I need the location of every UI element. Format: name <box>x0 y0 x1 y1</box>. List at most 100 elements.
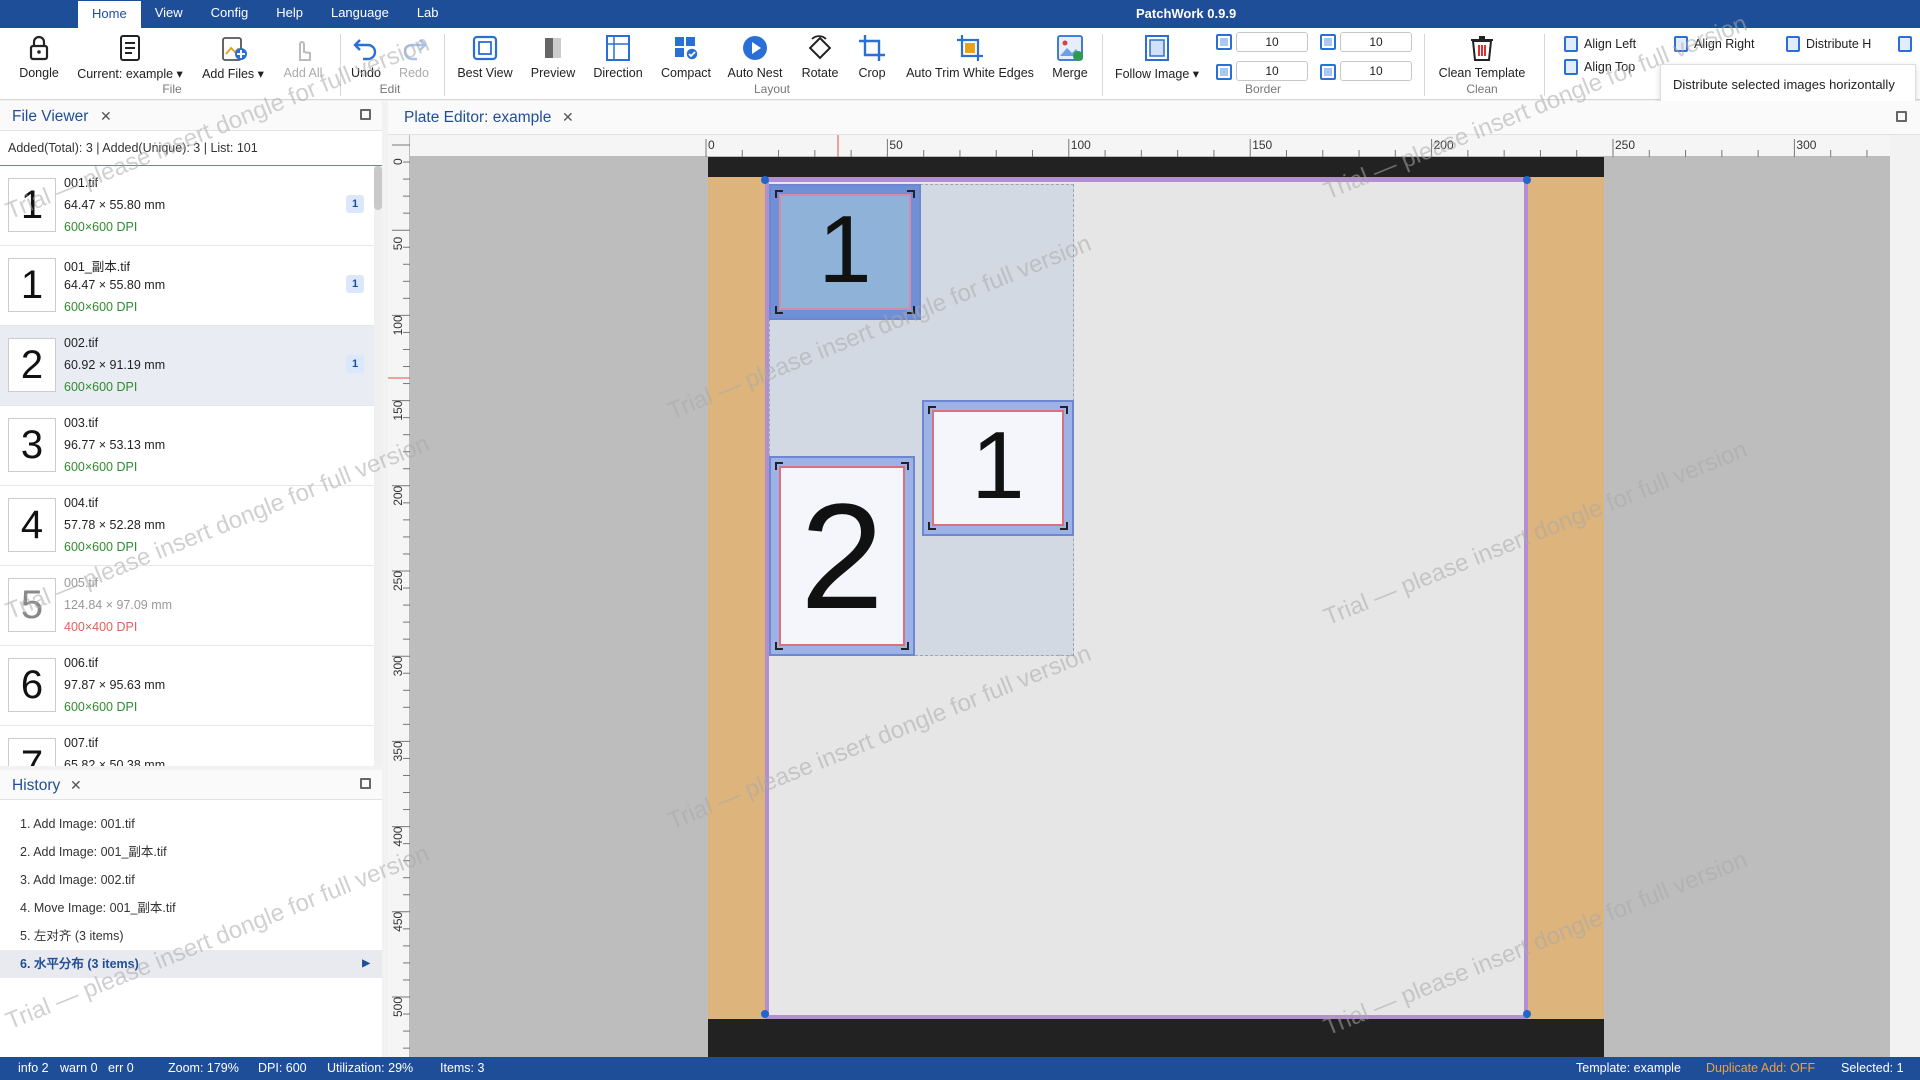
plate-handle[interactable] <box>1523 176 1531 184</box>
plate-editor-title: Plate Editor: example <box>404 109 552 126</box>
file-size: 57.78 × 52.28 mm <box>64 518 166 532</box>
crop-label: Crop <box>858 66 886 80</box>
auto-nest-button[interactable]: Auto Nest <box>722 32 788 84</box>
rotate-button[interactable]: Rotate <box>796 32 844 84</box>
border-bottom-input[interactable]: 10 <box>1236 61 1308 81</box>
history-item[interactable]: 6. 水平分布 (3 items) ▶ <box>0 950 382 978</box>
direction-icon <box>606 35 630 61</box>
border-left-input[interactable]: 10 <box>1340 32 1412 52</box>
undo-button[interactable]: Undo <box>346 32 386 84</box>
scrollbar-thumb[interactable] <box>374 166 382 210</box>
file-name: 002.tif <box>64 336 99 350</box>
align-right-button[interactable]: Align Right <box>1674 36 1754 52</box>
crop-corner-mark <box>928 522 936 530</box>
history-item[interactable]: 3. Add Image: 002.tif <box>0 866 382 894</box>
status-template: Template: example <box>1576 1061 1681 1075</box>
crop-corner-mark <box>775 306 783 314</box>
redo-button[interactable]: Redo <box>394 32 434 84</box>
best-view-button[interactable]: Best View <box>452 32 518 84</box>
status-duplicate-add[interactable]: Duplicate Add: OFF <box>1706 1061 1815 1075</box>
align-right-icon <box>1674 36 1688 52</box>
crop-corner-mark <box>775 642 783 650</box>
group-layout-label: Layout <box>753 82 791 96</box>
border-top-icon <box>1216 34 1232 50</box>
dongle-button[interactable]: Dongle <box>14 32 64 84</box>
hand-pointer-icon <box>299 41 311 61</box>
follow-image-dropdown[interactable]: Follow Image ▾ <box>1110 32 1204 84</box>
history-item-label: 5. 左对齐 (3 items) <box>20 929 124 943</box>
crop-corner-mark <box>907 190 915 198</box>
preview-button[interactable]: Preview <box>526 32 580 84</box>
border-bottom-icon <box>1216 64 1232 80</box>
file-dpi: 600×600 DPI <box>64 460 138 474</box>
merge-button[interactable]: Merge <box>1048 32 1092 84</box>
plate-handle[interactable] <box>761 1010 769 1018</box>
plate-top-margin <box>708 157 1604 177</box>
app-window: Home View Config Help Language Lab Patch… <box>0 0 1920 1080</box>
file-list-item[interactable]: 1 001.tif 64.47 × 55.80 mm 600×600 DPI 1 <box>0 166 374 246</box>
fit-view-icon <box>472 35 498 61</box>
history-item-label: 2. Add Image: 001_副本.tif <box>20 845 167 859</box>
maximize-icon[interactable] <box>360 109 371 120</box>
close-icon[interactable]: ✕ <box>562 109 574 126</box>
history-item[interactable]: 5. 左对齐 (3 items) <box>0 922 382 950</box>
distribute-h-icon <box>1786 36 1800 52</box>
add-files-button[interactable]: Add Files ▾ <box>198 32 268 84</box>
align-top-button[interactable]: Align Top <box>1564 59 1635 75</box>
border-right-input[interactable]: 10 <box>1340 61 1412 81</box>
align-left-button[interactable]: Align Left <box>1564 36 1636 52</box>
menu-language[interactable]: Language <box>317 0 403 28</box>
distribute-h-label: Distribute H <box>1806 37 1872 51</box>
file-size: 60.92 × 91.19 mm <box>64 358 166 372</box>
status-zoom: Zoom: 179% <box>168 1061 239 1075</box>
more-align-button[interactable] <box>1898 36 1912 52</box>
redo-icon <box>403 39 427 61</box>
menu-lab[interactable]: Lab <box>403 0 453 28</box>
rotate-label: Rotate <box>801 66 839 80</box>
menu-config[interactable]: Config <box>197 0 263 28</box>
file-list-item[interactable]: 7007.tif65.82 × 50.38 mm600×600 DPI <box>0 726 374 766</box>
history-item[interactable]: 1. Add Image: 001.tif <box>0 810 382 838</box>
plate-handle[interactable] <box>1523 1010 1531 1018</box>
placed-image[interactable]: 1 <box>769 184 921 320</box>
maximize-icon[interactable] <box>1896 111 1907 122</box>
close-icon[interactable]: ✕ <box>100 108 112 125</box>
preview-label: Preview <box>530 66 576 80</box>
file-name: 001.tif <box>64 176 99 190</box>
clean-template-button[interactable]: Clean Template <box>1432 32 1532 84</box>
placed-image[interactable]: 1 <box>922 400 1074 536</box>
file-list-item[interactable]: 6 006.tif 97.87 × 95.63 mm 600×600 DPI <box>0 646 374 726</box>
add-all-button[interactable]: Add All <box>278 32 328 84</box>
maximize-icon[interactable] <box>360 778 371 789</box>
history-header: History ✕ <box>0 770 382 800</box>
file-list-item[interactable]: 3 003.tif 96.77 × 53.13 mm 600×600 DPI <box>0 406 374 486</box>
plate-handle[interactable] <box>761 176 769 184</box>
crop-button[interactable]: Crop <box>852 32 892 84</box>
menu-view[interactable]: View <box>141 0 197 28</box>
file-list-item[interactable]: 5 005.tif 124.84 × 97.09 mm 400×400 DPI <box>0 566 374 646</box>
auto-trim-button[interactable]: Auto Trim White Edges <box>900 32 1040 84</box>
direction-button[interactable]: Direction <box>588 32 648 84</box>
distribute-h-button[interactable]: Distribute H <box>1786 36 1871 52</box>
ruler-label: 0 <box>708 138 715 152</box>
placed-image[interactable]: 2 <box>769 456 915 656</box>
menu-home[interactable]: Home <box>78 1 141 28</box>
title-bar: Home View Config Help Language Lab Patch… <box>0 0 1920 28</box>
border-top-input[interactable]: 10 <box>1236 32 1308 52</box>
file-list-item[interactable]: 2 002.tif 60.92 × 91.19 mm 600×600 DPI 1 <box>0 326 374 406</box>
file-list-item[interactable]: 4 004.tif 57.78 × 52.28 mm 600×600 DPI <box>0 486 374 566</box>
usage-count-badge: 1 <box>346 355 364 373</box>
history-item[interactable]: 4. Move Image: 001_副本.tif <box>0 894 382 922</box>
history-title: History <box>12 777 61 794</box>
file-thumbnail: 1 <box>8 258 56 312</box>
file-list-scrollbar[interactable] <box>374 166 382 766</box>
compact-button[interactable]: Compact <box>656 32 716 84</box>
history-item-label: 6. 水平分布 (3 items) <box>20 957 139 971</box>
ruler-label: 450 <box>391 911 405 931</box>
history-item-label: 4. Move Image: 001_副本.tif <box>20 901 176 915</box>
current-template-dropdown[interactable]: Current: example ▾ <box>72 32 188 84</box>
close-icon[interactable]: ✕ <box>70 777 82 794</box>
file-list-item[interactable]: 1 001_副本.tif 64.47 × 55.80 mm 600×600 DPI 1 <box>0 246 374 326</box>
menu-help[interactable]: Help <box>262 0 317 28</box>
history-item[interactable]: 2. Add Image: 001_副本.tif <box>0 838 382 866</box>
